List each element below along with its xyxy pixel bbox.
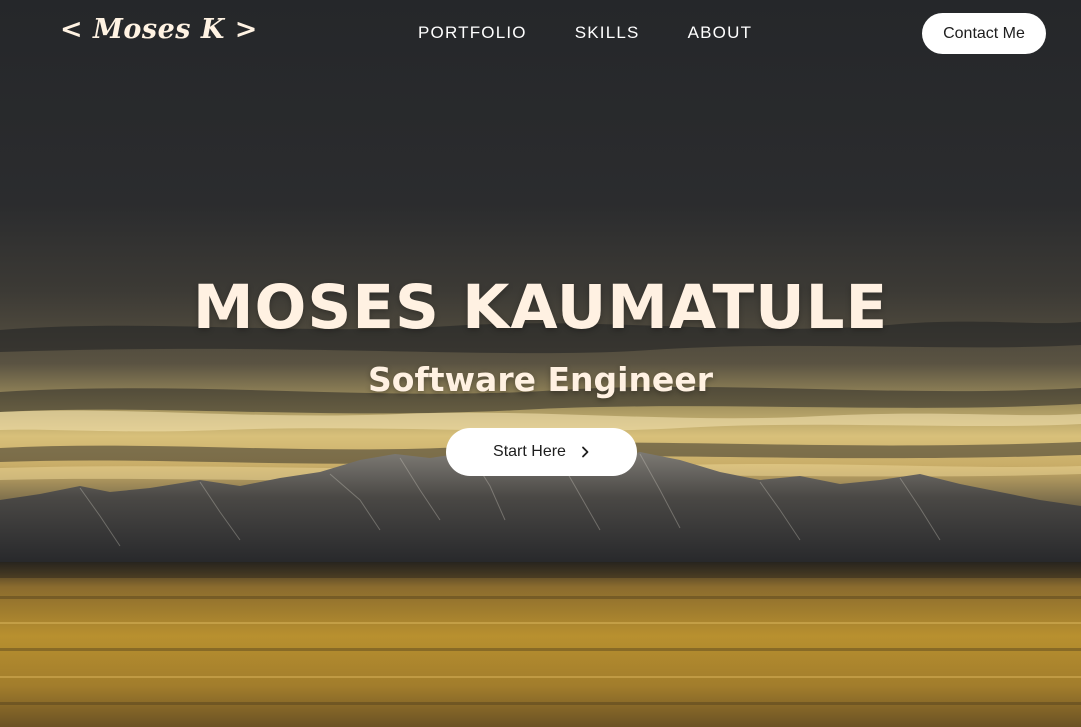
nav-item-skills[interactable]: SKILLS xyxy=(575,23,640,43)
nav-menu: PORTFOLIO SKILLS ABOUT xyxy=(418,23,752,43)
hero-title: MOSES KAUMATULE xyxy=(192,272,889,343)
start-here-button[interactable]: Start Here xyxy=(446,428,637,476)
nav-item-about[interactable]: ABOUT xyxy=(688,23,753,43)
nav-item-portfolio[interactable]: PORTFOLIO xyxy=(418,23,527,43)
site-logo[interactable]: < Moses K > xyxy=(60,14,258,45)
chevron-right-icon xyxy=(582,446,589,458)
portfolio-page: < Moses K > PORTFOLIO SKILLS ABOUT Conta… xyxy=(0,0,1081,727)
hero-subtitle: Software Engineer xyxy=(368,360,713,399)
top-navigation: < Moses K > PORTFOLIO SKILLS ABOUT Conta… xyxy=(0,0,1081,68)
contact-me-button[interactable]: Contact Me xyxy=(922,13,1046,54)
start-here-label: Start Here xyxy=(493,443,566,460)
